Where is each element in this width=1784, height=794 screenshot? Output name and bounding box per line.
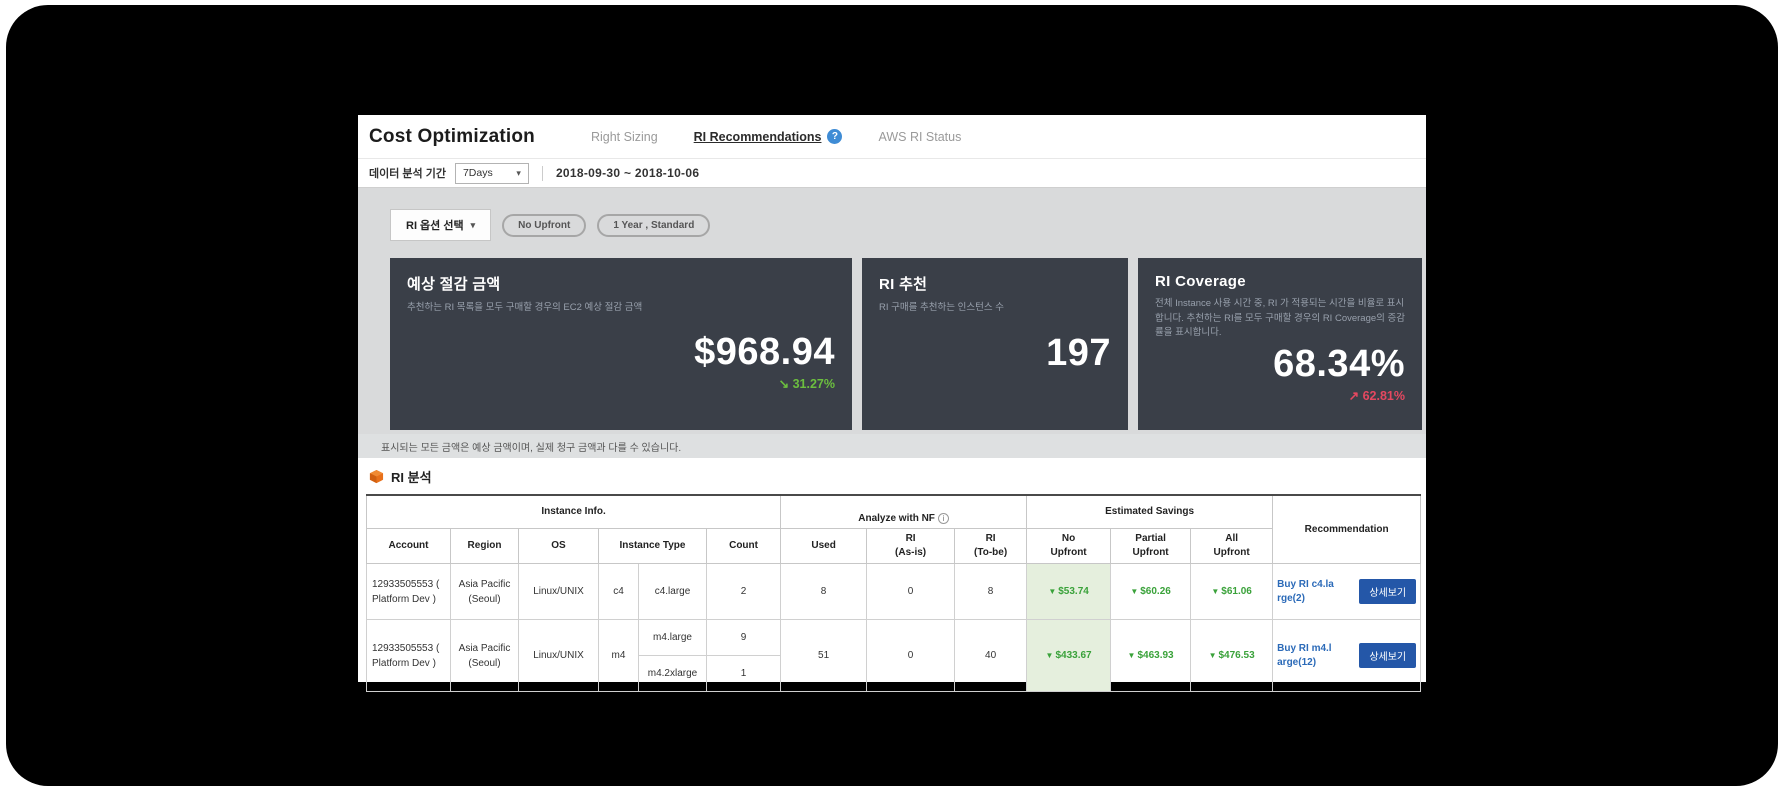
column-header-used: Used: [781, 529, 867, 564]
coverage-delta: ↗ 62.81%: [1155, 388, 1405, 403]
column-header-ri-to-be: RI (To-be): [955, 529, 1027, 564]
cell-used: 51: [781, 620, 867, 692]
cell-os: Linux/UNIX: [519, 620, 599, 692]
column-header-count: Count: [707, 529, 781, 564]
cell-count: 2: [707, 564, 781, 620]
date-range: 2018-09-30 ~ 2018-10-06: [556, 166, 699, 180]
column-header-ri-as-is: RI (As-is): [867, 529, 955, 564]
cell-instance-type: c4.large: [639, 564, 707, 620]
group-header-instance-info: Instance Info.: [367, 495, 781, 529]
cell-account: 12933505553 ( Platform Dev ): [367, 564, 451, 620]
summary-cards: 예상 절감 금액 추천하는 RI 목록을 모두 구매할 경우의 EC2 예상 절…: [390, 258, 1426, 430]
savings-value: $968.94: [407, 333, 835, 371]
column-header-instance-type: Instance Type: [599, 529, 707, 564]
cell-all-upfront: ▼$476.53: [1191, 620, 1273, 692]
cell-region: Asia Pacific (Seoul): [451, 564, 519, 620]
analysis-section-title: RI 분석: [391, 467, 432, 486]
column-header-all-upfront: All Upfront: [1191, 529, 1273, 564]
cell-no-upfront: ▼$53.74: [1027, 564, 1111, 620]
cell-no-upfront: ▼$433.67: [1027, 620, 1111, 692]
column-header-recommendation: Recommendation: [1273, 495, 1421, 564]
table-row: 12933505553 ( Platform Dev ) Asia Pacifi…: [367, 620, 1421, 656]
cell-all-upfront: ▼$61.06: [1191, 564, 1273, 620]
column-header-partial-upfront: Partial Upfront: [1111, 529, 1191, 564]
card-title: RI Coverage: [1155, 273, 1405, 290]
estimate-disclaimer: 표시되는 모든 금액은 예상 금액이며, 실제 청구 금액과 다를 수 있습니다…: [358, 434, 1426, 458]
cell-instance-type: m4.2xlarge: [639, 656, 707, 692]
period-select-value: 7Days: [463, 167, 493, 179]
info-icon[interactable]: i: [938, 513, 949, 524]
buy-ri-link[interactable]: Buy RI c4.large(2): [1277, 578, 1335, 606]
detail-view-button[interactable]: 상세보기: [1359, 643, 1416, 668]
buy-ri-link[interactable]: Buy RI m4.large(12): [1277, 642, 1335, 670]
cell-recommendation: Buy RI m4.large(12) 상세보기: [1273, 620, 1421, 692]
detail-view-button[interactable]: 상세보기: [1359, 579, 1416, 604]
tab-ri-recommendations[interactable]: RI Recommendations ?: [694, 129, 843, 144]
divider: [542, 166, 543, 181]
group-header-analyze-nf: Analyze with NFi: [781, 495, 1027, 529]
badge-term-standard: 1 Year , Standard: [597, 214, 710, 237]
cell-ri-as-is: 0: [867, 620, 955, 692]
cell-account: 12933505553 ( Platform Dev ): [367, 620, 451, 692]
card-title: 예상 절감 금액: [407, 273, 835, 294]
header: Cost Optimization Right Sizing RI Recomm…: [358, 115, 1426, 159]
card-subtitle: 전체 Instance 사용 시간 중, RI 가 적용되는 시간을 비율로 표…: [1155, 297, 1405, 341]
period-label: 데이터 분석 기간: [369, 165, 446, 181]
card-title: RI 추천: [879, 273, 1111, 294]
page-title: Cost Optimization: [369, 126, 535, 148]
cell-instance-type: m4.large: [639, 620, 707, 656]
cell-ri-to-be: 8: [955, 564, 1027, 620]
badge-no-upfront: No Upfront: [502, 214, 586, 237]
cell-recommendation: Buy RI c4.large(2) 상세보기: [1273, 564, 1421, 620]
card-subtitle: 추천하는 RI 목록을 모두 구매할 경우의 EC2 예상 절감 금액: [407, 301, 835, 316]
decrease-icon: ▼: [1048, 587, 1056, 596]
column-header-region: Region: [451, 529, 519, 564]
help-icon[interactable]: ?: [827, 129, 842, 144]
cell-os: Linux/UNIX: [519, 564, 599, 620]
group-header-estimated-savings: Estimated Savings: [1027, 495, 1273, 529]
savings-delta: ↘ 31.27%: [407, 376, 835, 391]
cell-partial-upfront: ▼$463.93: [1111, 620, 1191, 692]
tab-aws-ri-status[interactable]: AWS RI Status: [878, 130, 961, 144]
column-header-no-upfront: No Upfront: [1027, 529, 1111, 564]
card-ri-recommendation-count: RI 추천 RI 구매를 추천하는 인스턴스 수 197: [862, 258, 1128, 430]
decrease-icon: ▼: [1130, 587, 1138, 596]
cell-instance-family: c4: [599, 564, 639, 620]
card-ri-coverage: RI Coverage 전체 Instance 사용 시간 중, RI 가 적용…: [1138, 258, 1422, 430]
chevron-down-icon: ▾: [516, 168, 521, 179]
trend-up-icon: ↗: [1349, 389, 1359, 403]
decrease-icon: ▼: [1211, 587, 1219, 596]
chevron-down-icon: ▾: [471, 220, 476, 231]
ri-count-value: 197: [879, 334, 1111, 372]
table-row: 12933505553 ( Platform Dev ) Asia Pacifi…: [367, 564, 1421, 620]
cell-instance-family: m4: [599, 620, 639, 692]
decrease-icon: ▼: [1046, 651, 1054, 660]
cell-ri-as-is: 0: [867, 564, 955, 620]
column-header-account: Account: [367, 529, 451, 564]
ri-analysis-table: Instance Info. Analyze with NFi Estimate…: [366, 494, 1421, 692]
filter-bar: 데이터 분석 기간 7Days ▾ 2018-09-30 ~ 2018-10-0…: [358, 159, 1426, 188]
cell-partial-upfront: ▼$60.26: [1111, 564, 1191, 620]
tab-bar: Right Sizing RI Recommendations ? AWS RI…: [591, 129, 961, 144]
cell-count: 9: [707, 620, 781, 656]
decrease-icon: ▼: [1128, 651, 1136, 660]
card-expected-savings: 예상 절감 금액 추천하는 RI 목록을 모두 구매할 경우의 EC2 예상 절…: [390, 258, 852, 430]
column-header-os: OS: [519, 529, 599, 564]
dashboard-panel: Cost Optimization Right Sizing RI Recomm…: [358, 115, 1426, 682]
ri-option-select-button[interactable]: RI 옵션 선택 ▾: [390, 209, 491, 241]
cell-region: Asia Pacific (Seoul): [451, 620, 519, 692]
cell-count: 1: [707, 656, 781, 692]
package-icon: [369, 469, 384, 484]
options-row: RI 옵션 선택 ▾ No Upfront 1 Year , Standard: [390, 209, 1426, 241]
tab-right-sizing[interactable]: Right Sizing: [591, 130, 658, 144]
trend-down-icon: ↘: [779, 377, 789, 391]
coverage-value: 68.34%: [1155, 345, 1405, 383]
cell-ri-to-be: 40: [955, 620, 1027, 692]
analysis-section-header: RI 분석: [358, 458, 1426, 494]
summary-section: RI 옵션 선택 ▾ No Upfront 1 Year , Standard …: [358, 188, 1426, 458]
period-select[interactable]: 7Days ▾: [455, 163, 529, 184]
cell-used: 8: [781, 564, 867, 620]
decrease-icon: ▼: [1209, 651, 1217, 660]
card-subtitle: RI 구매를 추천하는 인스턴스 수: [879, 301, 1111, 316]
